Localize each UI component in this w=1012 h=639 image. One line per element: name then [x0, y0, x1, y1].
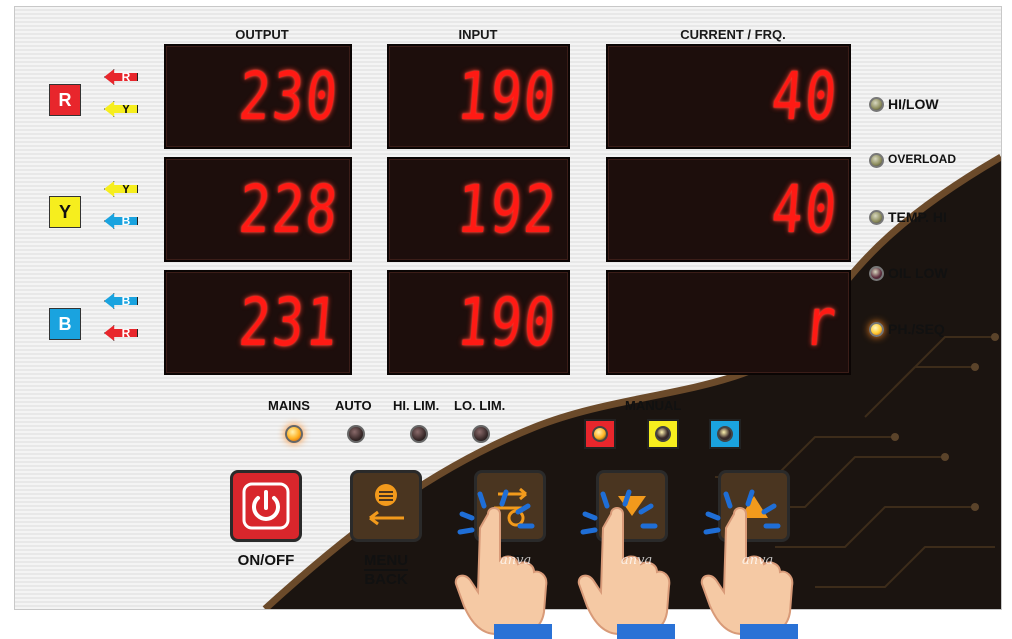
output-value-b: 231	[235, 283, 343, 361]
ph-seq-indicator-lamp	[869, 322, 884, 337]
hi-low-indicator-lamp	[869, 97, 884, 112]
manual-label: MANUAL	[625, 398, 682, 413]
phase-y-tag: Y	[49, 196, 81, 228]
manual-b-lamp	[717, 426, 733, 442]
header-input: INPUT	[458, 27, 498, 42]
mode-hi-lim-label: HI. LIM.	[393, 398, 440, 413]
ph-seq-label: PH./SEQ	[888, 321, 945, 337]
back-label: BACK	[364, 571, 408, 588]
temp-hi-label: TEMP. HI	[888, 209, 947, 225]
mains-indicator-lamp	[285, 425, 303, 443]
manual-y-button[interactable]	[647, 419, 679, 449]
on-off-button[interactable]	[230, 470, 302, 542]
oil-low-indicator-lamp	[869, 266, 884, 281]
current-display-r: 40	[606, 44, 851, 149]
manual-r-lamp	[592, 426, 608, 442]
input-value-y: 192	[453, 170, 561, 248]
auto-indicator-lamp	[347, 425, 365, 443]
output-display-r: 230	[164, 44, 352, 149]
menu-back-label: MENU BACK	[352, 552, 420, 588]
current-value-r: 40	[768, 57, 842, 135]
input-display-b: 190	[387, 270, 570, 375]
temp-hi-indicator-lamp	[869, 210, 884, 225]
mode-auto-label: AUTO	[335, 398, 372, 413]
menu-back-button[interactable]	[350, 470, 422, 542]
manual-y-lamp	[655, 426, 671, 442]
watermark-text: anva	[621, 553, 653, 568]
current-display-y: 40	[606, 157, 851, 262]
oil-low-label: OIL LOW	[888, 265, 948, 281]
input-display-y: 192	[387, 157, 570, 262]
current-value-y: 40	[768, 170, 842, 248]
header-output: OUTPUT	[235, 27, 289, 42]
overload-indicator-lamp	[869, 153, 884, 168]
input-value-r: 190	[453, 57, 561, 135]
output-value-r: 230	[235, 57, 343, 135]
menu-back-icon	[369, 484, 404, 526]
hi-lim-indicator-lamp	[410, 425, 428, 443]
menu-label: MENU	[363, 552, 409, 571]
current-value-b: r	[801, 283, 842, 361]
overload-label: OVERLOAD	[888, 152, 957, 166]
phase-r-tag: R	[49, 84, 81, 116]
header-current-frequency: CURRENT / FRQ.	[680, 27, 786, 42]
current-display-b: r	[606, 270, 851, 375]
output-display-b: 231	[164, 270, 352, 375]
watermark-text: anva	[500, 553, 532, 568]
on-off-label: ON/OFF	[237, 552, 295, 569]
manual-b-button[interactable]	[709, 419, 741, 449]
mode-mains-label: MAINS	[268, 398, 310, 413]
mode-lo-lim-label: LO. LIM.	[454, 398, 506, 413]
input-display-r: 190	[387, 44, 570, 149]
power-icon	[242, 482, 290, 530]
lo-lim-indicator-lamp	[472, 425, 490, 443]
output-value-y: 228	[235, 170, 343, 248]
watermark-text: anva	[742, 553, 774, 568]
input-value-b: 190	[453, 283, 561, 361]
manual-r-button[interactable]	[584, 419, 616, 449]
phase-b-tag: B	[49, 308, 81, 340]
output-display-y: 228	[164, 157, 352, 262]
hi-low-label: HI/LOW	[888, 96, 939, 112]
